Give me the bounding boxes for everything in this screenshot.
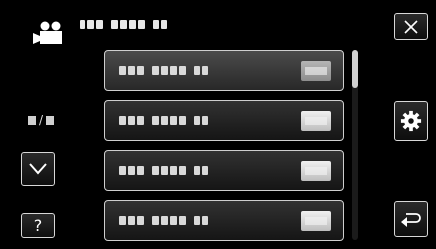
mode-title (80, 17, 167, 31)
close-button[interactable] (394, 13, 428, 40)
total-pages-number (46, 115, 55, 125)
scrollbar-thumb[interactable] (352, 50, 358, 88)
menu-item-label (119, 66, 208, 75)
menu-item-label (119, 116, 208, 125)
menu-item-value (301, 160, 331, 181)
return-arrow-icon (401, 213, 421, 227)
help-icon: ? (33, 216, 43, 235)
current-page-number (28, 115, 36, 125)
menu-item[interactable] (104, 200, 344, 241)
help-button[interactable]: ? (21, 213, 55, 238)
video-camera-icon (33, 21, 62, 44)
back-button[interactable] (394, 201, 428, 237)
menu-item-value (301, 110, 331, 131)
close-x-icon (404, 19, 418, 34)
chevron-down-icon (29, 163, 47, 175)
menu-item-label (119, 216, 208, 225)
menu-item[interactable] (104, 150, 344, 191)
menu-item-value (301, 210, 331, 231)
menu-item-label (119, 166, 208, 175)
menu-item[interactable] (104, 100, 344, 141)
settings-button[interactable] (394, 101, 428, 141)
scroll-down-button[interactable] (21, 152, 55, 186)
menu-item-value (301, 60, 331, 81)
menu-item[interactable] (104, 50, 344, 91)
gear-icon (400, 110, 422, 132)
page-indicator: / (28, 114, 55, 126)
